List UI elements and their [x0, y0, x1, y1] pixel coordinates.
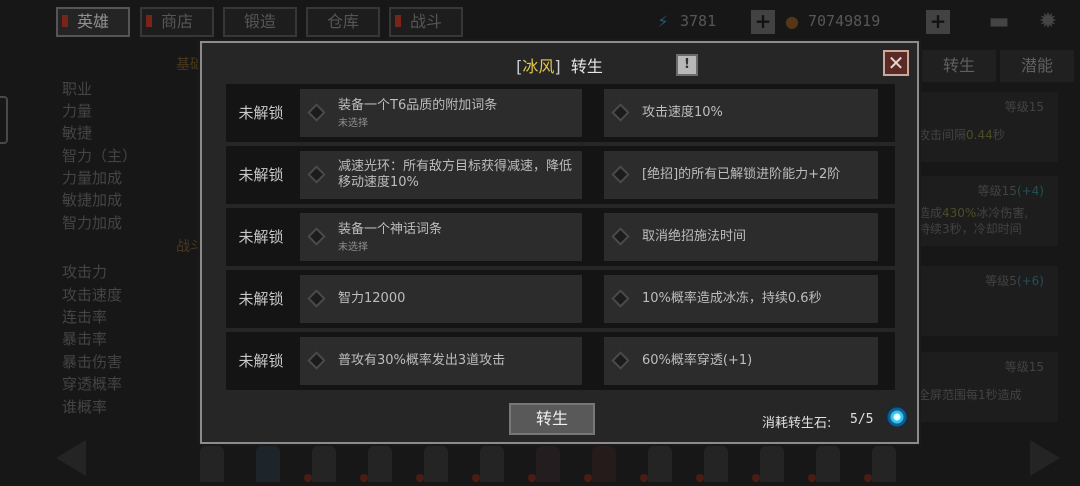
diamond-icon — [307, 289, 326, 308]
rebirth-requirement: 减速光环：所有敌方目标获得减速，降低移动速度10% — [300, 151, 582, 199]
diamond-icon — [611, 227, 630, 246]
rebirth-reward: 攻击速度10% — [604, 89, 878, 137]
requirement-text: 普攻有30%概率发出3道攻击 — [338, 353, 506, 368]
diamond-icon — [307, 227, 326, 246]
rebirth-reward: [绝招]的所有已解锁进阶能力+2阶 — [604, 151, 878, 199]
requirement-subtext: 未选择 — [338, 242, 368, 253]
reward-text: [绝招]的所有已解锁进阶能力+2阶 — [642, 167, 841, 182]
row-lock-status: 未解锁 — [238, 290, 284, 308]
rebirth-reward: 60%概率穿透(+1) — [604, 337, 878, 385]
requirement-text: 装备一个T6品质的附加词条 — [338, 98, 498, 113]
rebirth-row: 未解锁 装备一个T6品质的附加词条 未选择 攻击速度10% — [226, 84, 895, 142]
diamond-icon — [307, 103, 326, 122]
reward-text: 取消绝招施法时间 — [642, 229, 747, 244]
rebirth-row: 未解锁 减速光环：所有敌方目标获得减速，降低移动速度10% [绝招]的所有已解锁… — [226, 146, 895, 204]
rebirth-requirement[interactable]: 装备一个T6品质的附加词条 未选择 — [300, 89, 582, 137]
requirement-text: 装备一个神话词条 — [338, 222, 443, 237]
rebirth-button[interactable]: 转生 — [509, 403, 595, 435]
rebirth-stone-icon — [886, 406, 908, 428]
rebirth-reward: 10%概率造成冰冻，持续0.6秒 — [604, 275, 878, 323]
diamond-icon — [307, 165, 326, 184]
row-lock-status: 未解锁 — [238, 104, 284, 122]
row-lock-status: 未解锁 — [238, 166, 284, 184]
rebirth-dialog: [冰风] 转生 ! ✕ 未解锁 装备一个T6品质的附加词条 未选择 攻击速度10… — [200, 41, 919, 444]
diamond-icon — [611, 289, 630, 308]
exclamation-icon[interactable]: ! — [676, 54, 698, 76]
row-lock-status: 未解锁 — [238, 352, 284, 370]
requirement-text: 减速光环：所有敌方目标获得减速，降低移动速度10% — [338, 159, 573, 190]
requirement-text: 智力12000 — [338, 291, 406, 306]
rebirth-row: 未解锁 装备一个神话词条 未选择 取消绝招施法时间 — [226, 208, 895, 266]
dialog-title: [冰风] 转生 — [516, 57, 603, 76]
close-icon[interactable]: ✕ — [883, 50, 909, 76]
diamond-icon — [611, 165, 630, 184]
rebirth-requirement[interactable]: 装备一个神话词条 未选择 — [300, 213, 582, 261]
rebirth-cost-value: 5/5 — [850, 412, 874, 427]
diamond-icon — [611, 351, 630, 370]
rebirth-row: 未解锁 普攻有30%概率发出3道攻击 60%概率穿透(+1) — [226, 332, 895, 390]
rebirth-row: 未解锁 智力12000 10%概率造成冰冻，持续0.6秒 — [226, 270, 895, 328]
reward-text: 60%概率穿透(+1) — [642, 353, 753, 368]
diamond-icon — [307, 351, 326, 370]
row-lock-status: 未解锁 — [238, 228, 284, 246]
reward-text: 10%概率造成冰冻，持续0.6秒 — [642, 291, 822, 306]
requirement-subtext: 未选择 — [338, 118, 368, 129]
rebirth-cost-label: 消耗转生石: — [762, 416, 832, 431]
hero-name: 冰风 — [522, 57, 555, 76]
diamond-icon — [611, 103, 630, 122]
rebirth-requirement: 智力12000 — [300, 275, 582, 323]
rebirth-reward: 取消绝招施法时间 — [604, 213, 878, 261]
reward-text: 攻击速度10% — [642, 105, 723, 120]
rebirth-requirement: 普攻有30%概率发出3道攻击 — [300, 337, 582, 385]
